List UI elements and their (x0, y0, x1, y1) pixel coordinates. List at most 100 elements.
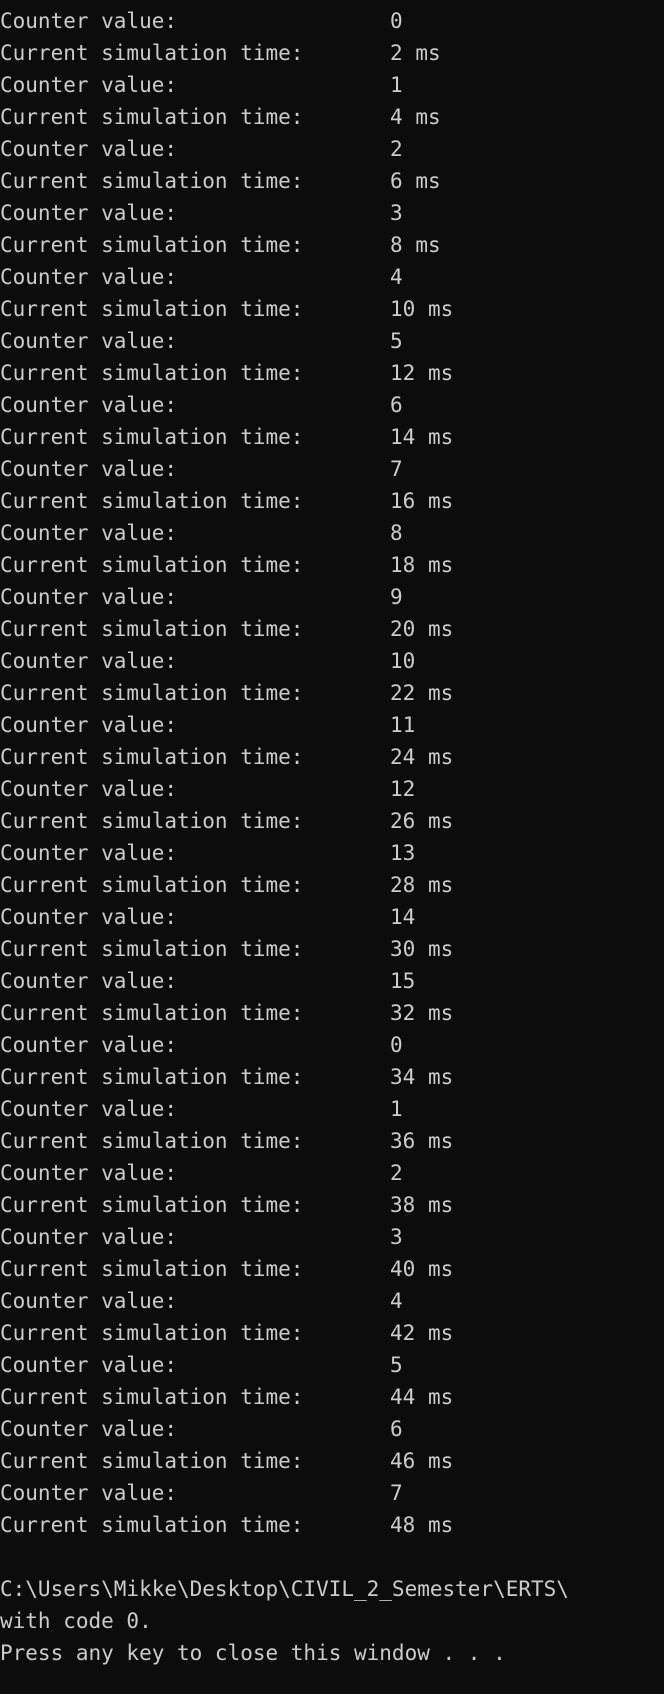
time-unit: ms (427, 1001, 454, 1025)
counter-line-label: Counter value: (0, 1353, 178, 1377)
counter-line-label: Counter value: (0, 265, 178, 289)
time-line-label: Current simulation time: (0, 937, 304, 961)
counter-line-value: 2 (390, 1161, 403, 1185)
time-line-label: Current simulation time: (0, 1129, 304, 1153)
counter-line-value: 7 (390, 457, 403, 481)
counter-line: Counter value: 4 (0, 1285, 664, 1317)
time-line: Current simulation time: 44 ms (0, 1381, 664, 1413)
counter-line-value: 14 (390, 905, 416, 929)
time-line-label: Current simulation time: (0, 1193, 304, 1217)
time-line-value: 38 (390, 1193, 416, 1217)
time-unit: ms (427, 681, 454, 705)
counter-line-value: 11 (390, 713, 416, 737)
counter-line-label: Counter value: (0, 1225, 178, 1249)
counter-line: Counter value: 4 (0, 261, 664, 293)
counter-line-label: Counter value: (0, 201, 178, 225)
counter-line-value: 3 (390, 1225, 403, 1249)
time-line-value: 32 (390, 1001, 416, 1025)
counter-line-value: 15 (390, 969, 416, 993)
counter-line-value: 1 (390, 73, 403, 97)
counter-line: Counter value: 0 (0, 1029, 664, 1061)
time-line: Current simulation time: 6 ms (0, 165, 664, 197)
time-line: Current simulation time: 26 ms (0, 805, 664, 837)
counter-line: Counter value: 9 (0, 581, 664, 613)
time-line: Current simulation time: 8 ms (0, 229, 664, 261)
counter-line-value: 4 (390, 1289, 403, 1313)
time-line-label: Current simulation time: (0, 553, 304, 577)
counter-line-label: Counter value: (0, 905, 178, 929)
counter-line: Counter value: 5 (0, 325, 664, 357)
time-line-label: Current simulation time: (0, 1449, 304, 1473)
console-output[interactable]: Counter value: 0 Current simulation time: 2… (0, 5, 664, 1694)
time-line-label: Current simulation time: (0, 873, 304, 897)
exit-code-line: with code 0. (0, 1609, 152, 1633)
time-line: Current simulation time: 38 ms (0, 1189, 664, 1221)
time-line-label: Current simulation time: (0, 105, 304, 129)
counter-line-value: 4 (390, 265, 403, 289)
counter-line-label: Counter value: (0, 1481, 178, 1505)
time-unit: ms (427, 297, 454, 321)
time-line-value: 48 (390, 1513, 416, 1537)
counter-line-label: Counter value: (0, 713, 178, 737)
time-line-value: 2 (390, 41, 403, 65)
time-line-label: Current simulation time: (0, 1385, 304, 1409)
time-unit: ms (427, 489, 454, 513)
counter-line: Counter value: 10 (0, 645, 664, 677)
counter-line-value: 6 (390, 393, 403, 417)
counter-line: Counter value: 3 (0, 197, 664, 229)
time-line-label: Current simulation time: (0, 1513, 304, 1537)
counter-line-label: Counter value: (0, 457, 178, 481)
counter-line: Counter value: 3 (0, 1221, 664, 1253)
time-line-value: 36 (390, 1129, 416, 1153)
time-line-value: 46 (390, 1449, 416, 1473)
time-line-value: 18 (390, 553, 416, 577)
counter-line: Counter value: 6 (0, 389, 664, 421)
time-line: Current simulation time: 16 ms (0, 485, 664, 517)
time-line-label: Current simulation time: (0, 1001, 304, 1025)
time-unit: ms (427, 1257, 454, 1281)
counter-line: Counter value: 8 (0, 517, 664, 549)
counter-line-value: 5 (390, 329, 403, 353)
time-line-value: 24 (390, 745, 416, 769)
time-line: Current simulation time: 32 ms (0, 997, 664, 1029)
time-line-value: 26 (390, 809, 416, 833)
counter-line-label: Counter value: (0, 969, 178, 993)
time-line-label: Current simulation time: (0, 809, 304, 833)
time-line-label: Current simulation time: (0, 1257, 304, 1281)
counter-line-label: Counter value: (0, 73, 178, 97)
counter-line-value: 1 (390, 1097, 403, 1121)
time-unit: ms (427, 617, 454, 641)
counter-line: Counter value: 1 (0, 1093, 664, 1125)
time-line-value: 10 (390, 297, 416, 321)
counter-line-label: Counter value: (0, 1161, 178, 1185)
counter-line-value: 9 (390, 585, 403, 609)
time-unit: ms (427, 745, 454, 769)
time-unit: ms (427, 553, 454, 577)
counter-line: Counter value: 5 (0, 1349, 664, 1381)
counter-line-value: 10 (390, 649, 416, 673)
time-line-value: 40 (390, 1257, 416, 1281)
time-unit: ms (427, 937, 454, 961)
counter-line: Counter value: 6 (0, 1413, 664, 1445)
time-line-value: 20 (390, 617, 416, 641)
counter-line-label: Counter value: (0, 649, 178, 673)
time-unit: ms (415, 105, 441, 129)
time-unit: ms (427, 1129, 454, 1153)
counter-line-label: Counter value: (0, 841, 178, 865)
time-line-label: Current simulation time: (0, 41, 304, 65)
counter-line: Counter value: 7 (0, 1477, 664, 1509)
counter-line-value: 2 (390, 137, 403, 161)
counter-line-value: 8 (390, 521, 403, 545)
counter-line-value: 3 (390, 201, 403, 225)
time-line-label: Current simulation time: (0, 233, 304, 257)
time-line: Current simulation time: 22 ms (0, 677, 664, 709)
counter-line-value: 0 (390, 9, 403, 33)
counter-line-label: Counter value: (0, 585, 178, 609)
time-line-value: 12 (390, 361, 416, 385)
time-line-value: 42 (390, 1321, 416, 1345)
time-line-value: 30 (390, 937, 416, 961)
counter-line-label: Counter value: (0, 393, 178, 417)
time-unit: ms (427, 1385, 454, 1409)
time-unit: ms (427, 1449, 454, 1473)
counter-line-label: Counter value: (0, 1289, 178, 1313)
